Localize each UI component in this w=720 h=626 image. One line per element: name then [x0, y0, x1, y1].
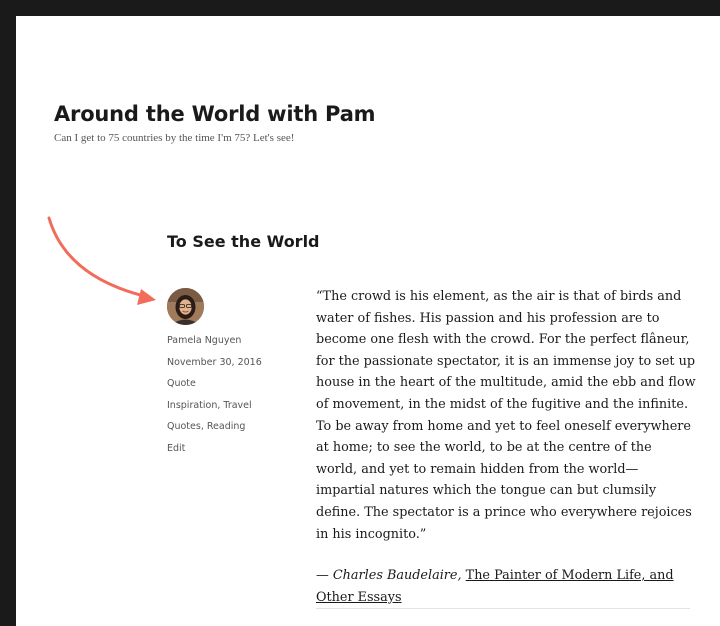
- citation-prefix: —: [316, 568, 333, 584]
- meta-tags[interactable]: Quotes, Reading: [167, 416, 297, 438]
- entry-meta: Pamela Nguyen November 30, 2016 Quote In…: [167, 330, 297, 459]
- meta-edit-link[interactable]: Edit: [167, 438, 297, 460]
- meta-format[interactable]: Quote: [167, 373, 297, 395]
- meta-categories[interactable]: Inspiration, Travel: [167, 395, 297, 417]
- post-separator: [316, 608, 690, 609]
- quote-citation: — Charles Baudelaire, The Painter of Mod…: [316, 565, 696, 608]
- post-title[interactable]: To See the World: [167, 232, 320, 251]
- post-content: “The crowd is his element, as the air is…: [316, 286, 696, 608]
- quote-text: “The crowd is his element, as the air is…: [316, 289, 696, 542]
- citation-author: Charles Baudelaire,: [332, 568, 462, 584]
- page-container: Around the World with Pam Can I get to 7…: [16, 16, 720, 626]
- meta-date[interactable]: November 30, 2016: [167, 352, 297, 374]
- meta-author[interactable]: Pamela Nguyen: [167, 330, 297, 352]
- author-avatar[interactable]: [167, 288, 204, 325]
- avatar-photo-icon: [167, 288, 204, 325]
